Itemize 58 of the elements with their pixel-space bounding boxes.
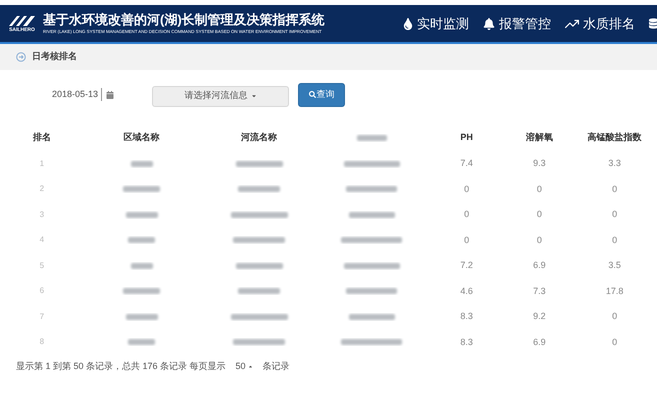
table-cell-text: 6.9 bbox=[533, 336, 546, 348]
arrow-circle-icon bbox=[16, 52, 26, 62]
table-cell: 4 bbox=[40, 234, 44, 246]
page-size-select[interactable]: 50 bbox=[234, 360, 255, 374]
column-header: 河流名称 bbox=[241, 131, 278, 144]
table-cell-text: 0 bbox=[536, 182, 542, 196]
table-cell-text: 3.3 bbox=[608, 157, 621, 170]
caret-icon bbox=[248, 364, 253, 370]
database-icon[interactable] bbox=[649, 17, 657, 30]
table-cell: 5 bbox=[40, 260, 44, 272]
table-cell-text: 3.5 bbox=[608, 259, 621, 272]
table-cell-text: 0 bbox=[612, 208, 618, 221]
table-cell-text: 6.9 bbox=[533, 259, 546, 272]
table-cell-text: 8.3 bbox=[460, 310, 473, 323]
table-cell-text: 7.2 bbox=[460, 259, 473, 272]
table-cell: 7 bbox=[40, 310, 44, 323]
date-field[interactable]: 2018-05-13 bbox=[52, 88, 102, 102]
table-cell-text: 0 bbox=[612, 234, 618, 246]
table-cell-text: 9.3 bbox=[533, 157, 546, 170]
table-cell: 3 bbox=[40, 208, 44, 221]
table-cell-text: 0 bbox=[612, 182, 618, 196]
column-header: 高锰酸盐指数 bbox=[588, 131, 642, 144]
table-cell-text: 0 bbox=[612, 336, 618, 348]
nav-link[interactable]: 水质排名 bbox=[565, 14, 635, 34]
table-cell-text: 0 bbox=[612, 310, 618, 323]
breadcrumb-title: 日考核排名 bbox=[32, 50, 77, 64]
pagination-suffix: 条记录 bbox=[262, 360, 290, 373]
column-header: 区域名称 bbox=[124, 131, 160, 144]
table-cell: 6 bbox=[40, 285, 44, 298]
search-icon bbox=[308, 91, 316, 98]
table-cell-text: 4.6 bbox=[460, 284, 473, 298]
column-header: 排名 bbox=[32, 131, 51, 144]
bell-icon bbox=[483, 18, 495, 30]
table-cell-text: 0 bbox=[464, 208, 470, 221]
column-header: 溶解氧 bbox=[526, 131, 553, 144]
table-cell: 8 bbox=[40, 336, 44, 348]
calendar-icon[interactable] bbox=[106, 90, 114, 98]
river-select[interactable]: 请选择河流信息 bbox=[152, 86, 289, 106]
table-cell-text: 7.3 bbox=[533, 284, 546, 298]
table-cell-text: 17.8 bbox=[606, 284, 624, 298]
table-cell: 1 bbox=[40, 158, 44, 170]
nav-link[interactable]: 报警管控 bbox=[483, 14, 551, 34]
column-header: PH bbox=[460, 131, 473, 144]
water-drop-icon bbox=[403, 18, 413, 30]
caret-icon bbox=[250, 93, 256, 99]
logo-icon bbox=[7, 14, 37, 28]
table-cell: 2 bbox=[40, 183, 44, 196]
nav-link[interactable]: 实时监测 bbox=[403, 14, 469, 34]
table-cell-text: 0 bbox=[536, 208, 542, 221]
pagination-summary: 显示第 1 到第 50 条记录，总共 176 条记录 每页显示 bbox=[16, 360, 226, 373]
table-cell-text: 0 bbox=[536, 234, 542, 246]
table-cell-text: 0 bbox=[464, 182, 470, 196]
table-cell-text: 9.2 bbox=[533, 310, 546, 323]
app-title: 基于水环境改善的河(湖)长制管理及决策指挥系统 bbox=[43, 12, 325, 28]
table-cell-text: 8.3 bbox=[460, 336, 473, 348]
table-cell-text: 0 bbox=[464, 234, 470, 246]
query-button[interactable]: 查询 bbox=[298, 82, 345, 106]
table-cell-text: 7.4 bbox=[460, 157, 473, 170]
